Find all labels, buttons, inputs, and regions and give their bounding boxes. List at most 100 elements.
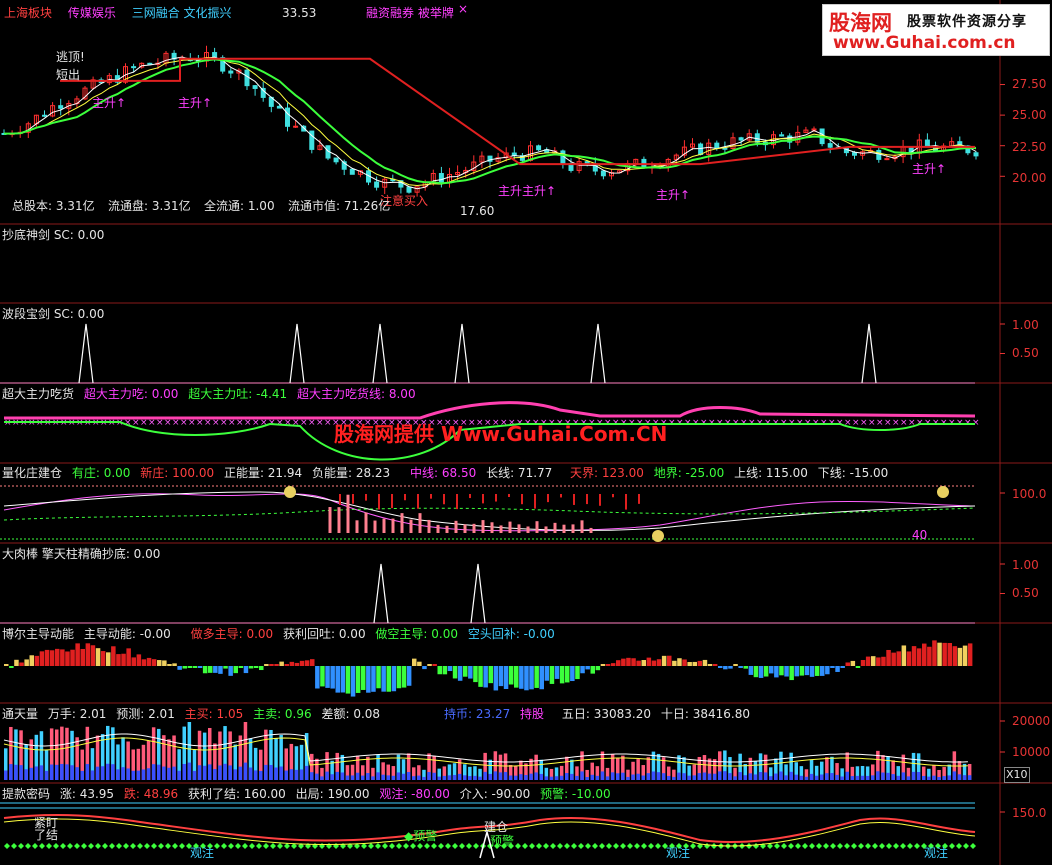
panel7-sub-98 (503, 772, 508, 780)
panel7-sub-128 (656, 772, 661, 780)
panel7-sub-94 (483, 771, 487, 780)
candle-body-138 (374, 181, 380, 188)
panel7-sub-66 (340, 772, 345, 780)
candle-body-90 (244, 69, 250, 87)
panel-6-short-lead: 做空主导: 0.00 (375, 627, 458, 641)
panel-8-profit: 获利了结: 160.00 (187, 787, 286, 801)
panel-4-long-line: 长线: 71.77 (486, 466, 553, 480)
panel7-sub-134 (687, 775, 691, 780)
panel6-bar-14 (75, 643, 80, 666)
panel6-bar-118 (605, 664, 611, 666)
panel-7-hold: 持股 (520, 707, 545, 721)
panel7-sub-189 (967, 775, 972, 780)
panel7-sub-103 (529, 773, 533, 780)
panel7-sub-75 (386, 775, 390, 780)
panel7-sub-70 (361, 775, 365, 780)
panel7-sub-116 (595, 775, 600, 780)
panel6-bar-22 (116, 654, 121, 666)
header-item-media: 传媒娱乐 (67, 6, 116, 20)
panel7-sub-77 (396, 772, 401, 780)
panel6-bar-15 (80, 648, 85, 666)
panel6-bar-109 (559, 666, 565, 684)
panel6-bar-19 (100, 651, 106, 666)
panel8-diamond-151 (151, 843, 157, 849)
panel6-bar-137 (702, 659, 708, 666)
panel-8-exit: 出局: 190.00 (295, 787, 370, 801)
panel7-sub-140 (718, 771, 722, 780)
site-logo: 股海网 股票软件资源分享 www.Guhai.com.cn (822, 4, 1050, 56)
panel8-diamond-249 (249, 843, 255, 849)
header-item-sector: 上海板块 (4, 6, 53, 20)
panel8-diamond-613 (613, 843, 619, 849)
panel6-bar-57 (294, 662, 300, 666)
panel6-bar-46 (238, 666, 244, 668)
panel6-bar-110 (565, 666, 570, 683)
panel8-diamond-550 (550, 843, 556, 849)
panel-8-tick-150: 150.0 (1012, 806, 1047, 820)
panel-4-neg-energy: 负能量: 28.23 (311, 466, 391, 480)
annotation-rise-4: 主升↑ (656, 188, 691, 202)
panel6-bar-159 (814, 666, 820, 676)
panel8-diamond-851 (851, 843, 857, 849)
panel6-bar-115 (590, 666, 595, 674)
panel-6-profit-take: 获利回吐: 0.00 (283, 627, 366, 641)
panel-4-new-dealer: 新庄: 100.00 (140, 466, 215, 480)
panel7-sub-162 (830, 773, 834, 780)
panel6-bar-66 (340, 666, 346, 693)
panel8-diamond-564 (564, 843, 570, 849)
price-tick-20: 20.00 (1012, 171, 1047, 185)
panel6-bar-31 (162, 660, 167, 666)
panel6-bar-179 (916, 648, 922, 666)
panel8-diamond-704 (704, 843, 710, 849)
panel6-bar-143 (733, 664, 738, 666)
panel7-sub-166 (850, 776, 855, 780)
panel6-bar-125 (641, 660, 646, 666)
panel2-spike-2 (372, 323, 388, 384)
panel6-bar-38 (197, 666, 203, 668)
panel7-sub-113 (580, 771, 584, 780)
panel7-sub-102 (524, 775, 528, 780)
panel-3-title: 超大主力吃货 (2, 387, 75, 401)
panel6-bar-39 (202, 666, 208, 674)
panel8-diamond-578 (578, 843, 584, 849)
panel8-diamond-473 (473, 843, 479, 849)
panel7-sub-91 (468, 776, 472, 780)
close-icon[interactable]: × (458, 2, 468, 16)
panel-1-label: 抄底神剑 SC: 0.00 (2, 228, 105, 242)
candle-body-105 (285, 107, 290, 127)
panel8-diamond-256 (256, 843, 262, 849)
panel7-sub-16 (85, 764, 90, 780)
panel7-sub-86 (442, 775, 447, 780)
panel-8-ann-build: 建仓 (484, 820, 509, 834)
panel6-bar-100 (514, 666, 519, 688)
candle-body-93 (252, 85, 258, 89)
panel7-sub-58 (299, 769, 304, 780)
panel7-sub-137 (702, 772, 707, 780)
panel7-sub-130 (667, 775, 671, 780)
panel6-bar-145 (743, 666, 748, 669)
panel7-sub-69 (355, 772, 360, 780)
panel7-sub-165 (845, 771, 849, 780)
panel8-diamond-536 (536, 843, 542, 849)
panel7-sub-114 (585, 776, 589, 780)
panel7-sub-18 (95, 766, 100, 780)
panel8-diamond-459 (459, 843, 465, 849)
panel7-sub-6 (34, 766, 39, 780)
panel7-sub-147 (753, 774, 758, 780)
panel-4-ground: 地界: -25.00 (653, 466, 725, 480)
panel-4-lower: 下线: -15.00 (817, 466, 889, 480)
panel8-diamond-228 (228, 843, 234, 849)
panel-2-tick-1: 1.00 (1012, 318, 1039, 332)
panel6-bar-45 (233, 666, 238, 674)
candle-body-264 (714, 142, 720, 149)
panel7-sub-63 (325, 771, 329, 780)
panel8-diamond-403 (403, 843, 409, 849)
panel7-sub-177 (906, 776, 911, 780)
price-tick-25: 25.00 (1012, 108, 1047, 122)
panel8-diamond-956 (956, 843, 962, 849)
panel6-bar-41 (213, 666, 218, 673)
panel3-cross-868: × (868, 418, 876, 428)
panel7-sub-179 (916, 771, 921, 780)
panel6-bar-153 (784, 666, 789, 677)
panel6-bar-82 (422, 666, 427, 670)
